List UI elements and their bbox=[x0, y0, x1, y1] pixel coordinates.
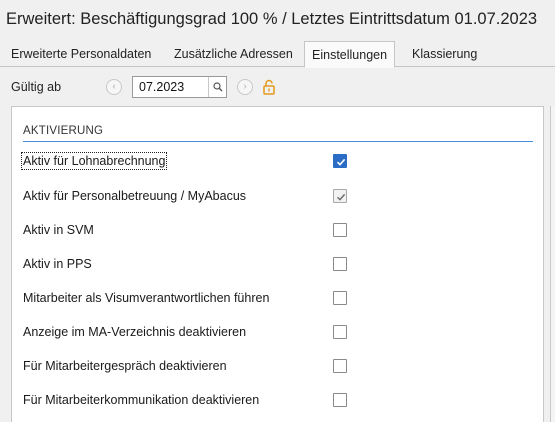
option-checkbox[interactable] bbox=[333, 257, 347, 271]
section-divider bbox=[23, 141, 533, 142]
option-checkbox[interactable] bbox=[333, 189, 347, 203]
option-checkbox[interactable] bbox=[333, 154, 347, 168]
option-checkbox[interactable] bbox=[333, 291, 347, 305]
option-label: Mitarbeiter als Visumverantwortlichen fü… bbox=[23, 291, 270, 305]
option-label: Aktiv für Personalbetreuung / MyAbacus bbox=[23, 189, 247, 203]
option-row[interactable]: Aktiv in SVM bbox=[12, 214, 543, 248]
option-checkbox[interactable] bbox=[333, 393, 347, 407]
option-label: Aktiv in SVM bbox=[23, 223, 94, 237]
option-checkbox[interactable] bbox=[333, 223, 347, 237]
option-row[interactable]: Aktiv für Personalbetreuung / MyAbacus bbox=[12, 180, 543, 214]
adjacent-panel-edge bbox=[550, 106, 555, 422]
search-icon[interactable] bbox=[208, 77, 226, 97]
valid-from-field bbox=[132, 76, 227, 98]
option-label: Aktiv in PPS bbox=[23, 257, 92, 271]
option-label: Aktiv für Lohnabrechnung bbox=[20, 152, 168, 170]
tab-klassierung[interactable]: Klassierung bbox=[412, 41, 477, 67]
option-row[interactable]: Mitarbeiter als Visumverantwortlichen fü… bbox=[12, 282, 543, 316]
tab-zusaetzliche-adressen[interactable]: Zusätzliche Adressen bbox=[174, 41, 293, 67]
valid-from-input[interactable] bbox=[133, 77, 209, 97]
option-row[interactable]: Aktiv für Lohnabrechnung bbox=[12, 145, 543, 179]
section-title: AKTIVIERUNG bbox=[23, 125, 104, 137]
valid-from-label: Gültig ab bbox=[11, 80, 62, 94]
chevron-left-icon[interactable]: ‹ bbox=[106, 79, 122, 95]
option-checkbox[interactable] bbox=[333, 325, 347, 339]
option-label: Für Mitarbeitergespräch deaktivieren bbox=[23, 359, 227, 373]
option-checkbox[interactable] bbox=[333, 359, 347, 373]
tab-erweiterte-personaldaten[interactable]: Erweiterte Personaldaten bbox=[11, 41, 151, 67]
tab-bar: Erweiterte Personaldaten Zusätzliche Adr… bbox=[0, 41, 555, 68]
option-row[interactable]: Anzeige im MA-Verzeichnis deaktivieren bbox=[12, 316, 543, 350]
window-title: Erweitert: Beschäftigungsgrad 100 % / Le… bbox=[6, 10, 538, 28]
option-label: Anzeige im MA-Verzeichnis deaktivieren bbox=[23, 325, 247, 339]
option-row[interactable]: Für Mitarbeitergespräch deaktivieren bbox=[12, 350, 543, 384]
chevron-right-icon[interactable]: › bbox=[237, 79, 253, 95]
tab-einstellungen[interactable]: Einstellungen bbox=[304, 41, 396, 68]
unlock-icon[interactable] bbox=[262, 79, 276, 95]
settings-panel: AKTIVIERUNG Aktiv für Lohnabrechnung Akt… bbox=[11, 106, 544, 422]
validity-toolbar: Gültig ab ‹ › bbox=[0, 68, 555, 106]
option-label: Für Mitarbeiterkommunikation deaktiviere… bbox=[23, 393, 260, 407]
option-row[interactable]: Aktiv in PPS bbox=[12, 248, 543, 282]
option-row[interactable]: Für Mitarbeiterkommunikation deaktiviere… bbox=[12, 384, 543, 418]
